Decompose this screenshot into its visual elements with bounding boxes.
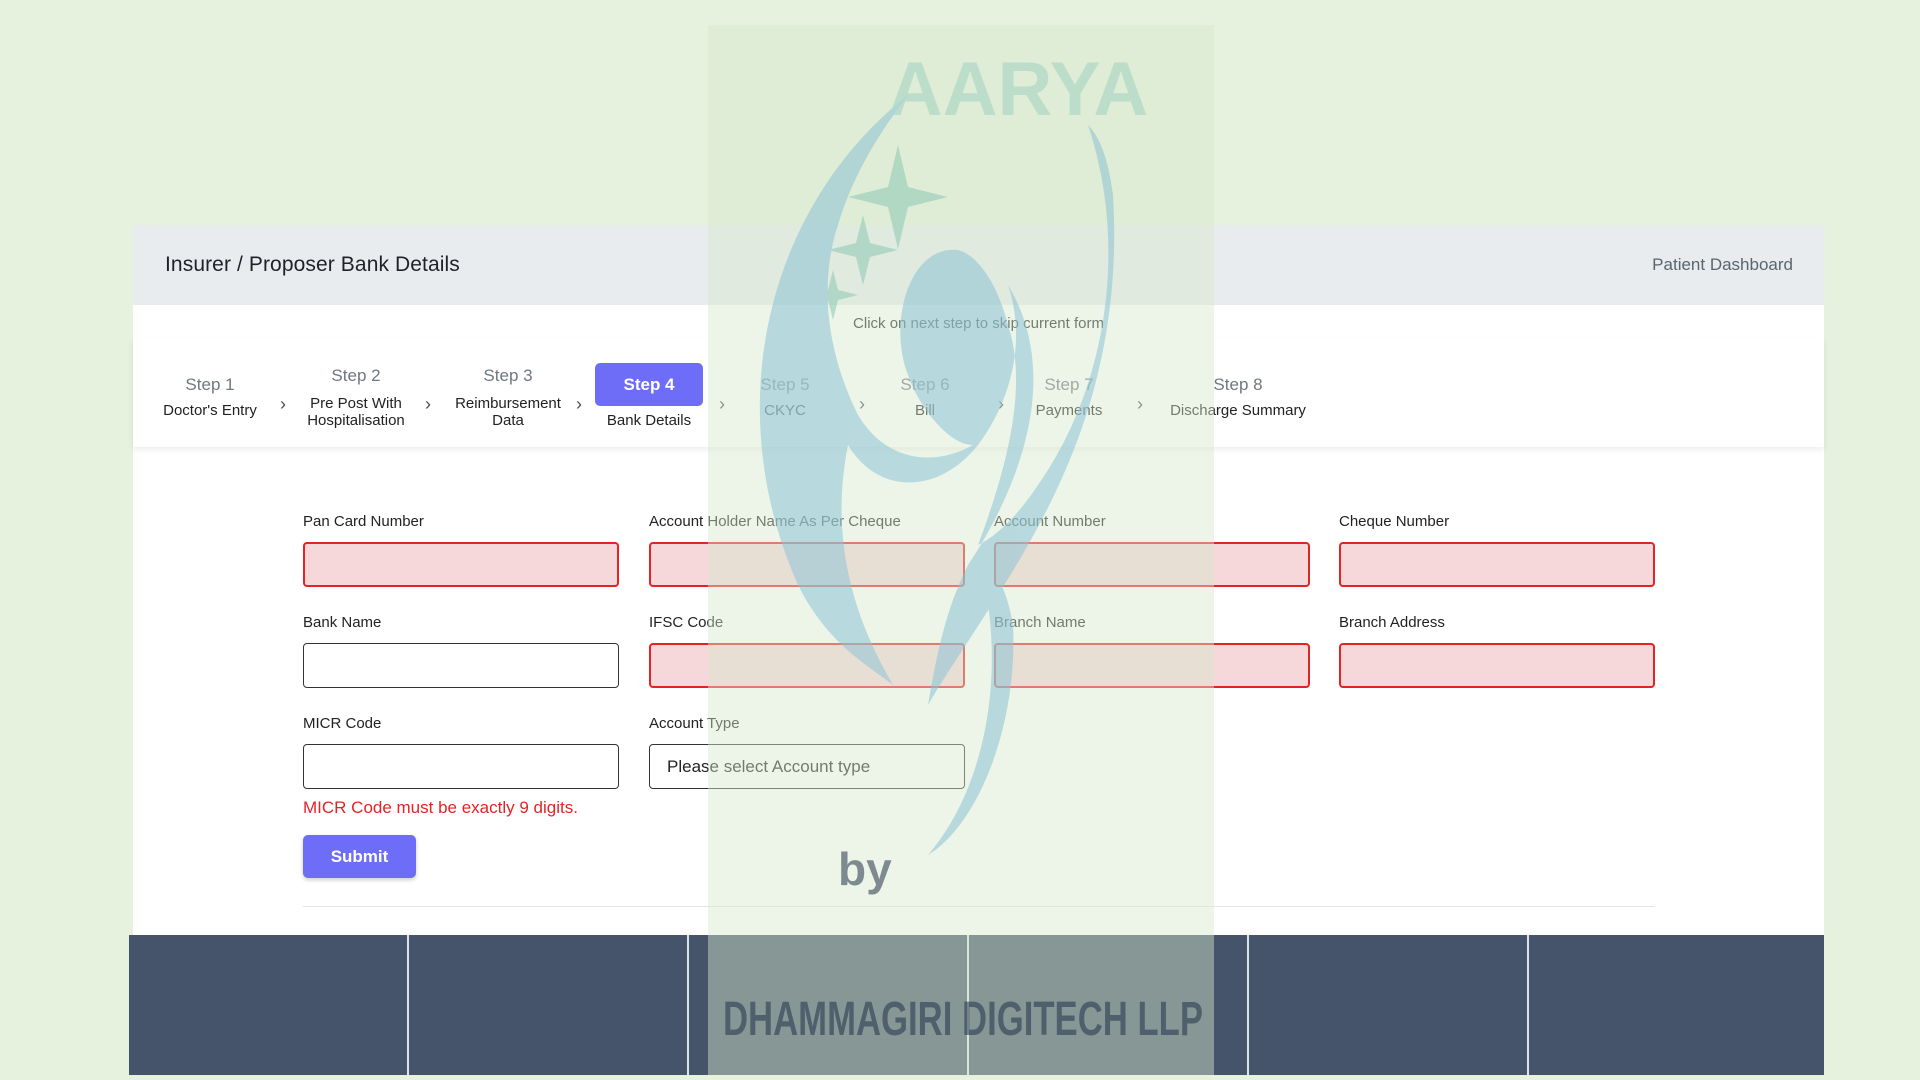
- account-holder-input[interactable]: [649, 542, 965, 587]
- step-description: CKYC: [764, 402, 806, 419]
- card-header: Insurer / Proposer Bank Details Patient …: [133, 225, 1824, 305]
- field-label: Branch Address: [1339, 614, 1445, 631]
- micr-error-message: MICR Code must be exactly 9 digits.: [303, 798, 578, 817]
- account-type-select[interactable]: Please select Account type: [649, 744, 965, 789]
- step-label: Step 2: [331, 366, 381, 385]
- field-label: Bank Name: [303, 614, 382, 631]
- branch-address-field: Branch Address: [1339, 614, 1655, 688]
- footer-strip: [129, 935, 1824, 1075]
- account-holder-field: Account Holder Name As Per Cheque: [649, 513, 965, 587]
- branch-name-input[interactable]: [994, 643, 1310, 688]
- step-description: Discharge Summary: [1170, 402, 1306, 419]
- field-label: Account Number: [994, 513, 1106, 530]
- branch-name-field: Branch Name: [994, 614, 1310, 688]
- stepper: Step 1 Doctor's Entry › Step 2 Pre Post …: [133, 337, 1824, 447]
- step-4-active[interactable]: Step 4 Bank Details: [589, 337, 709, 447]
- micr-code-field: MICR Code MICR Code must be exactly 9 di…: [303, 715, 619, 818]
- watermark-brand: AARYA: [888, 47, 1148, 132]
- field-label: Cheque Number: [1339, 513, 1450, 530]
- chevron-right-icon: ›: [1137, 394, 1143, 414]
- field-label: Account Holder Name As Per Cheque: [649, 513, 901, 530]
- chevron-right-icon: ›: [280, 394, 286, 414]
- field-label: Account Type: [649, 715, 740, 732]
- account-number-field: Account Number: [994, 513, 1310, 587]
- step-description: Bank Details: [606, 412, 692, 429]
- chevron-right-icon: ›: [719, 394, 725, 414]
- field-label: Pan Card Number: [303, 513, 424, 530]
- step-description: Doctor's Entry: [163, 402, 257, 419]
- field-label: Branch Name: [994, 614, 1086, 631]
- chevron-right-icon: ›: [859, 394, 865, 414]
- cheque-number-field: Cheque Number: [1339, 513, 1655, 587]
- chevron-right-icon: ›: [425, 394, 431, 414]
- step-label: Step 4: [595, 363, 703, 406]
- skip-note: Click on next step to skip current form: [853, 315, 1104, 332]
- page: Insurer / Proposer Bank Details Patient …: [0, 0, 1920, 1080]
- page-title: Insurer / Proposer Bank Details: [165, 253, 460, 276]
- chevron-right-icon: ›: [998, 394, 1004, 414]
- ifsc-code-input[interactable]: [649, 643, 965, 688]
- field-label: IFSC Code: [649, 614, 724, 631]
- branch-address-input[interactable]: [1339, 643, 1655, 688]
- chevron-right-icon: ›: [576, 394, 582, 414]
- account-type-field: Account Type Please select Account type: [649, 715, 965, 789]
- pan-card-input[interactable]: [303, 542, 619, 587]
- step-5[interactable]: Step 5 CKYC: [745, 337, 825, 447]
- patient-dashboard-link[interactable]: Patient Dashboard: [1652, 255, 1793, 275]
- step-8[interactable]: Step 8 Discharge Summary: [1153, 337, 1323, 447]
- submit-button[interactable]: Submit: [303, 835, 416, 878]
- step-6[interactable]: Step 6 Bill: [885, 337, 965, 447]
- step-7[interactable]: Step 7 Payments: [1019, 337, 1119, 447]
- ifsc-code-field: IFSC Code: [649, 614, 965, 688]
- step-label: Step 7: [1044, 375, 1094, 394]
- step-label: Step 8: [1213, 375, 1263, 394]
- footer-column: [1249, 935, 1529, 1075]
- bank-name-field: Bank Name: [303, 614, 619, 688]
- step-1[interactable]: Step 1 Doctor's Entry: [155, 337, 265, 447]
- step-description: Pre Post With Hospitalisation: [307, 395, 405, 429]
- step-description: Reimbursement Data: [455, 395, 561, 429]
- account-number-input[interactable]: [994, 542, 1310, 587]
- step-label: Step 1: [185, 375, 235, 394]
- field-label: MICR Code: [303, 715, 382, 732]
- footer-column: [1529, 935, 1824, 1075]
- footer-column: [409, 935, 689, 1075]
- footer-column: [129, 935, 409, 1075]
- step-label: Step 5: [760, 375, 810, 394]
- footer-column: [689, 935, 969, 1075]
- step-3[interactable]: Step 3 Reimbursement Data: [438, 337, 578, 447]
- micr-code-input[interactable]: [303, 744, 619, 789]
- divider: [303, 906, 1655, 907]
- cheque-number-input[interactable]: [1339, 542, 1655, 587]
- step-2[interactable]: Step 2 Pre Post With Hospitalisation: [296, 337, 416, 447]
- step-label: Step 3: [483, 366, 533, 385]
- bank-details-card: Insurer / Proposer Bank Details Patient …: [133, 225, 1824, 935]
- step-description: Payments: [1035, 402, 1103, 419]
- step-description: Bill: [914, 402, 935, 419]
- pan-card-field: Pan Card Number: [303, 513, 619, 587]
- bank-name-input[interactable]: [303, 643, 619, 688]
- footer-column: [969, 935, 1249, 1075]
- step-label: Step 6: [900, 375, 950, 394]
